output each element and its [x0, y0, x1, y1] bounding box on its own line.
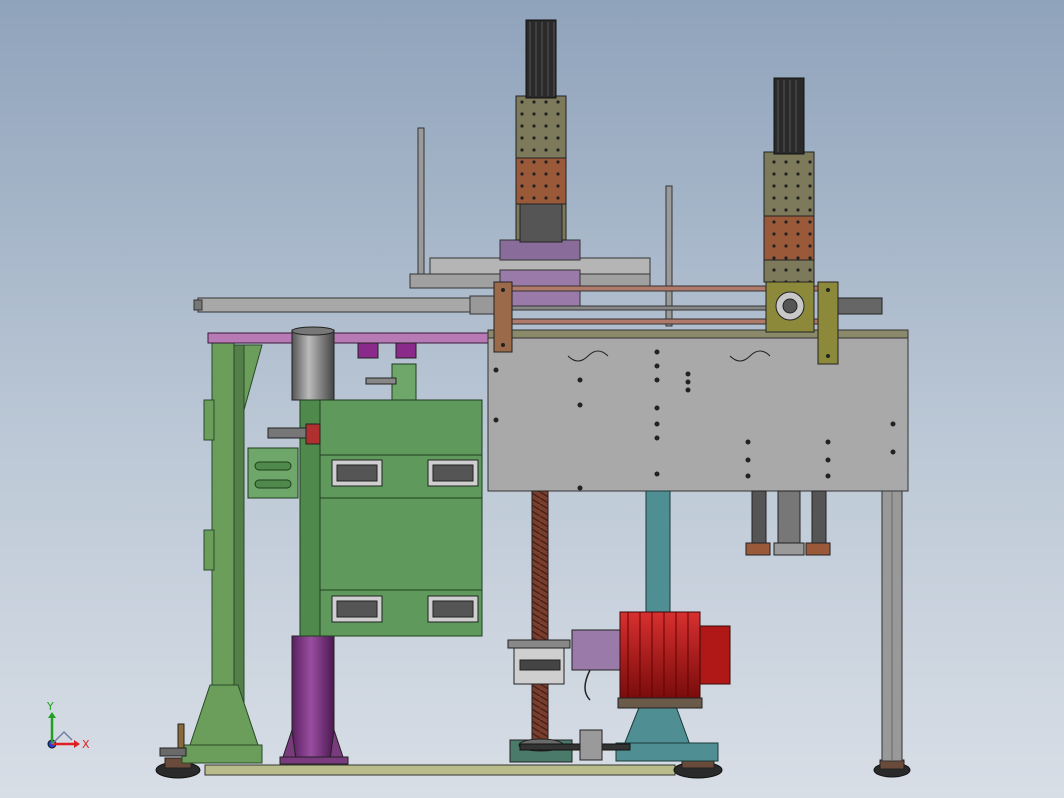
linear-guide-block-3	[331, 595, 383, 623]
leveling-foot-right	[873, 759, 911, 778]
left-bronze-bracket	[493, 281, 513, 353]
sensor-bracket	[365, 363, 417, 401]
hanging-cylinders	[745, 490, 831, 556]
right-support-leg	[881, 490, 903, 762]
left-gusset	[189, 684, 259, 746]
base-plate	[204, 764, 676, 776]
linear-guide-block-2	[427, 459, 479, 487]
right-olive-bracket	[817, 281, 839, 365]
linear-guide-block-1	[331, 459, 383, 487]
drive-motor	[571, 611, 731, 709]
purple-block-1	[357, 342, 379, 359]
left-spindle-assembly	[409, 19, 651, 311]
main-gray-plate	[487, 329, 909, 492]
cad-viewport[interactable]: X Y	[0, 0, 1064, 798]
slide-bracket	[247, 447, 299, 499]
right-carriage-block	[765, 281, 815, 333]
green-slide-panel	[247, 342, 483, 637]
ball-screw	[507, 490, 573, 763]
left-top-gusset	[243, 344, 263, 411]
top-purple-rail	[207, 332, 509, 344]
side-clamp-knob	[267, 423, 321, 445]
purple-block-2	[395, 342, 417, 359]
left-green-frame	[159, 339, 263, 764]
triad-y-label: Y	[46, 700, 54, 713]
coordinate-triad: X Y	[46, 700, 90, 751]
triad-x-label: X	[82, 738, 90, 751]
horizontal-air-cylinder	[193, 295, 501, 315]
machine-assembly-drawing: X Y	[46, 19, 911, 779]
linear-guide-block-4	[427, 595, 479, 623]
